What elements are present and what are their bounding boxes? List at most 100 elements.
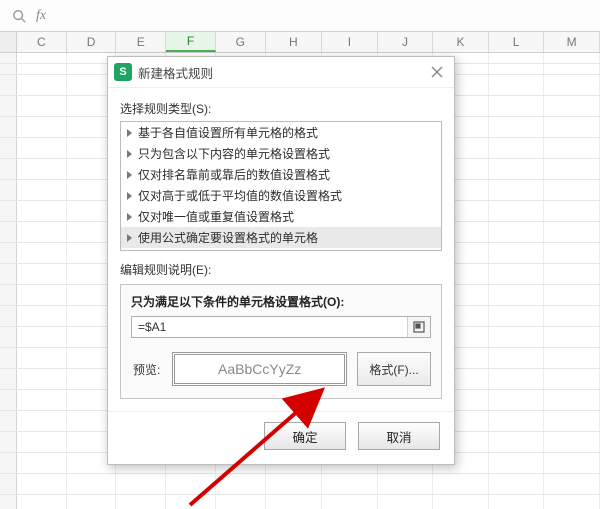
rule-type-item[interactable]: 基于各自值设置所有单元格的格式 [121, 122, 441, 143]
cell[interactable] [544, 75, 600, 95]
row-header[interactable] [0, 369, 17, 389]
column-header[interactable]: E [116, 32, 166, 52]
cell[interactable] [489, 495, 545, 509]
cell[interactable] [216, 474, 266, 494]
cell[interactable] [544, 432, 600, 452]
cell[interactable] [322, 495, 378, 509]
cell[interactable] [17, 432, 67, 452]
cell[interactable] [489, 64, 545, 74]
cell[interactable] [17, 327, 67, 347]
row-header[interactable] [0, 348, 17, 368]
rule-type-item[interactable]: 只为包含以下内容的单元格设置格式 [121, 143, 441, 164]
cell[interactable] [17, 411, 67, 431]
column-header[interactable]: L [489, 32, 545, 52]
cell[interactable] [17, 390, 67, 410]
cell[interactable] [489, 138, 545, 158]
rule-type-item[interactable]: 使用公式确定要设置格式的单元格 [121, 227, 441, 248]
cell[interactable] [17, 96, 67, 116]
close-icon[interactable] [424, 61, 450, 83]
cell[interactable] [489, 180, 545, 200]
row-header[interactable] [0, 64, 17, 74]
cell[interactable] [544, 159, 600, 179]
cell[interactable] [544, 264, 600, 284]
rule-type-list[interactable]: 基于各自值设置所有单元格的格式只为包含以下内容的单元格设置格式仅对排名靠前或靠后… [120, 121, 442, 251]
cell[interactable] [116, 474, 166, 494]
cell[interactable] [544, 369, 600, 389]
cancel-button[interactable]: 取消 [358, 422, 440, 450]
column-header[interactable]: J [378, 32, 434, 52]
row-header[interactable] [0, 495, 17, 509]
cell[interactable] [544, 243, 600, 263]
cell[interactable] [17, 306, 67, 326]
cell[interactable] [17, 474, 67, 494]
row-header[interactable] [0, 432, 17, 452]
cell[interactable] [17, 453, 67, 473]
cell[interactable] [17, 285, 67, 305]
row-header[interactable] [0, 285, 17, 305]
cell[interactable] [17, 159, 67, 179]
rule-type-item[interactable]: 仅对排名靠前或靠后的数值设置格式 [121, 164, 441, 185]
row-header[interactable] [0, 390, 17, 410]
cell[interactable] [433, 495, 489, 509]
column-header[interactable]: K [433, 32, 489, 52]
cell[interactable] [17, 64, 67, 74]
format-button[interactable]: 格式(F)... [357, 352, 431, 386]
row-header[interactable] [0, 474, 17, 494]
row-header[interactable] [0, 411, 17, 431]
row-header[interactable] [0, 75, 17, 95]
cell[interactable] [489, 327, 545, 347]
cell[interactable] [116, 495, 166, 509]
cell[interactable] [17, 495, 67, 509]
rule-type-item[interactable]: 仅对唯一值或重复值设置格式 [121, 206, 441, 227]
cell[interactable] [17, 75, 67, 95]
row-header[interactable] [0, 264, 17, 284]
cell[interactable] [378, 495, 434, 509]
row-header[interactable] [0, 453, 17, 473]
cell[interactable] [544, 53, 600, 63]
cell[interactable] [544, 495, 600, 509]
cell[interactable] [67, 474, 117, 494]
cell[interactable] [489, 75, 545, 95]
column-header[interactable]: D [67, 32, 117, 52]
cell[interactable] [544, 180, 600, 200]
rule-type-item[interactable]: 仅对高于或低于平均值的数值设置格式 [121, 185, 441, 206]
row-header[interactable] [0, 201, 17, 221]
cell[interactable] [489, 432, 545, 452]
row-header[interactable] [0, 117, 17, 137]
cell[interactable] [17, 180, 67, 200]
row-header[interactable] [0, 138, 17, 158]
column-header[interactable]: F [166, 32, 216, 52]
range-picker-icon[interactable] [407, 317, 430, 337]
cell[interactable] [489, 474, 545, 494]
cell[interactable] [322, 474, 378, 494]
cell[interactable] [17, 348, 67, 368]
cell[interactable] [67, 495, 117, 509]
row-header[interactable] [0, 243, 17, 263]
cell[interactable] [17, 117, 67, 137]
cell[interactable] [489, 411, 545, 431]
cell[interactable] [489, 285, 545, 305]
cell[interactable] [216, 495, 266, 509]
cell[interactable] [489, 159, 545, 179]
column-header[interactable]: G [216, 32, 266, 52]
column-header[interactable]: H [266, 32, 323, 52]
row-header[interactable] [0, 159, 17, 179]
cell[interactable] [17, 264, 67, 284]
cell[interactable] [544, 327, 600, 347]
row-header[interactable] [0, 180, 17, 200]
cell[interactable] [17, 138, 67, 158]
cell[interactable] [433, 474, 489, 494]
cell[interactable] [17, 222, 67, 242]
cell[interactable] [544, 453, 600, 473]
cell[interactable] [544, 390, 600, 410]
cell[interactable] [489, 117, 545, 137]
cell[interactable] [544, 474, 600, 494]
row-header[interactable] [0, 327, 17, 347]
cell[interactable] [489, 222, 545, 242]
cell[interactable] [544, 348, 600, 368]
table-row[interactable] [0, 474, 600, 495]
cell[interactable] [166, 495, 216, 509]
cell[interactable] [378, 474, 434, 494]
cell[interactable] [489, 243, 545, 263]
cell[interactable] [489, 390, 545, 410]
